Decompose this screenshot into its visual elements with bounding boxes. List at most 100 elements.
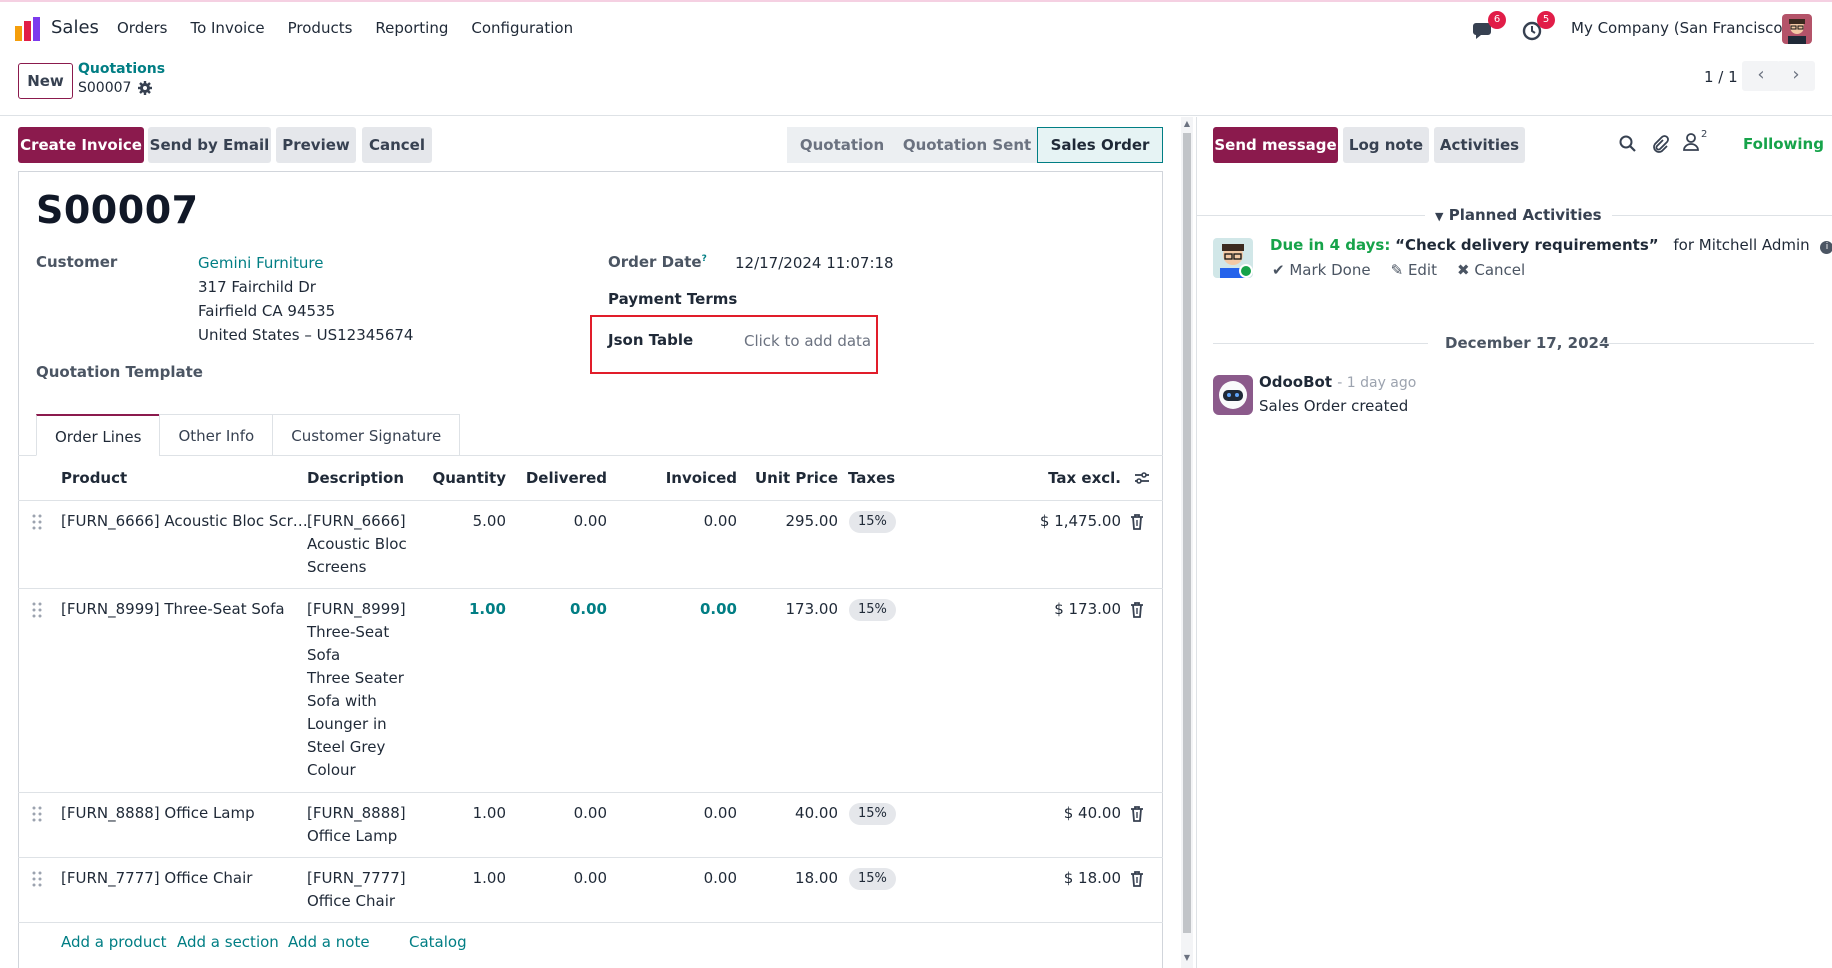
stage-quotation-sent[interactable]: Quotation Sent	[897, 127, 1037, 163]
catalog-link[interactable]: Catalog	[409, 933, 467, 951]
send-by-email-button[interactable]: Send by Email	[148, 127, 271, 163]
row-product[interactable]: [FURN_7777] Office Chair	[61, 867, 252, 890]
new-button[interactable]: New	[18, 63, 73, 99]
column-quantity[interactable]: Quantity	[420, 469, 507, 487]
stage-quotation[interactable]: Quotation	[787, 127, 897, 163]
order-date-label: Order Date?	[608, 253, 707, 271]
quotation-template-label: Quotation Template	[36, 363, 203, 381]
row-delivered: 0.00	[573, 804, 607, 822]
menu-products[interactable]: Products	[288, 19, 353, 37]
activities-button[interactable]: 5	[1519, 11, 1555, 45]
drag-handle-icon[interactable]	[32, 806, 42, 822]
send-message-button[interactable]: Send message	[1213, 127, 1338, 163]
sales-app-icon[interactable]	[14, 16, 42, 42]
user-avatar[interactable]	[1782, 14, 1812, 44]
order-date-help[interactable]: ?	[702, 254, 707, 264]
row-description-line: Colour	[307, 761, 356, 779]
row-unit-price[interactable]: 295.00	[748, 510, 839, 533]
tab-customer-signature[interactable]: Customer Signature	[272, 414, 461, 456]
pager-value[interactable]: 1 / 1	[1704, 68, 1738, 86]
add-section-link[interactable]: Add a section	[177, 933, 279, 951]
activities-button-chatter[interactable]: Activities	[1434, 127, 1525, 163]
stage-sales-order[interactable]: Sales Order	[1037, 127, 1163, 163]
row-tax-badge[interactable]: 15%	[849, 511, 896, 533]
row-quantity[interactable]: 5.00	[420, 510, 506, 533]
row-quantity[interactable]: 1.00	[420, 867, 506, 890]
paperclip-icon[interactable]	[1650, 134, 1670, 154]
row-unit-price[interactable]: 173.00	[748, 598, 839, 621]
column-invoiced[interactable]: Invoiced	[640, 469, 737, 487]
column-settings-icon[interactable]	[1134, 470, 1150, 486]
menu-configuration[interactable]: Configuration	[471, 19, 573, 37]
row-quantity[interactable]: 1.00	[420, 802, 506, 825]
edit-activity-link[interactable]: ✎ Edit	[1391, 261, 1437, 279]
info-icon[interactable]: i	[1820, 241, 1832, 254]
create-invoice-button[interactable]: Create Invoice	[18, 127, 144, 163]
status-bar: Quotation Quotation Sent Sales Order	[787, 127, 1163, 163]
search-icon[interactable]	[1618, 134, 1638, 154]
trash-icon[interactable]	[1130, 514, 1144, 530]
column-taxes[interactable]: Taxes	[848, 469, 895, 487]
row-description-line: Acoustic Bloc	[307, 535, 407, 553]
column-delivered[interactable]: Delivered	[520, 469, 607, 487]
planned-activities-toggle[interactable]: ▼ Planned Activities	[1425, 206, 1612, 224]
column-description[interactable]: Description	[307, 469, 404, 487]
menu-reporting[interactable]: Reporting	[375, 19, 448, 37]
row-product[interactable]: [FURN_8999] Three-Seat Sofa	[61, 598, 285, 621]
drag-handle-icon[interactable]	[32, 871, 42, 887]
form-sheet	[18, 171, 1163, 968]
row-divider	[18, 922, 1163, 923]
row-invoiced: 0.00	[703, 869, 737, 887]
trash-icon[interactable]	[1130, 871, 1144, 887]
scroll-thumb[interactable]	[1183, 133, 1191, 933]
row-product[interactable]: [FURN_6666] Acoustic Bloc Scr…	[61, 510, 308, 533]
scroll-up-arrow[interactable]: ▲	[1181, 119, 1193, 131]
cancel-activity-link[interactable]: ✖ Cancel	[1457, 261, 1525, 279]
column-tax-excl[interactable]: Tax excl.	[1000, 469, 1121, 487]
cancel-order-button[interactable]: Cancel	[362, 127, 432, 163]
row-quantity[interactable]: 1.00	[420, 598, 506, 621]
tab-order-lines[interactable]: Order Lines	[36, 414, 161, 456]
customer-address-line2: Fairfield CA 94535	[198, 302, 336, 320]
column-unit-price[interactable]: Unit Price	[748, 469, 838, 487]
trash-icon[interactable]	[1130, 602, 1144, 618]
preview-button[interactable]: Preview	[276, 127, 356, 163]
scroll-down-arrow[interactable]: ▼	[1181, 953, 1193, 965]
followers-button[interactable]: 2	[1682, 129, 1707, 155]
mark-done-link[interactable]: ✔ Mark Done	[1272, 261, 1371, 279]
log-note-button[interactable]: Log note	[1343, 127, 1429, 163]
row-description-line: Office Chair	[307, 892, 396, 910]
menu-orders[interactable]: Orders	[117, 19, 167, 37]
drag-handle-icon[interactable]	[32, 602, 42, 618]
order-date-value[interactable]: 12/17/2024 11:07:18	[735, 254, 894, 272]
app-name[interactable]: Sales	[51, 17, 99, 38]
customer-link[interactable]: Gemini Furniture	[198, 254, 323, 272]
row-product[interactable]: [FURN_8888] Office Lamp	[61, 802, 255, 825]
add-product-link[interactable]: Add a product	[61, 933, 166, 951]
menu-to-invoice[interactable]: To Invoice	[190, 19, 264, 37]
add-note-link[interactable]: Add a note	[288, 933, 370, 951]
company-switcher[interactable]: My Company (San Francisco)	[1571, 19, 1788, 37]
row-tax-badge[interactable]: 15%	[849, 868, 896, 890]
row-unit-price[interactable]: 18.00	[748, 867, 838, 890]
column-product[interactable]: Product	[61, 469, 127, 487]
row-tax-badge[interactable]: 15%	[849, 803, 896, 825]
row-delivered: 0.00	[573, 869, 607, 887]
form-scrollbar[interactable]: ▲ ▼	[1181, 117, 1193, 968]
pager-previous-button[interactable]: ‹	[1742, 61, 1780, 91]
row-tax-badge[interactable]: 15%	[849, 599, 896, 621]
message-author-name[interactable]: OdooBot	[1259, 373, 1332, 391]
activity-avatar	[1213, 238, 1253, 278]
trash-icon[interactable]	[1130, 806, 1144, 822]
gear-icon[interactable]	[137, 80, 153, 96]
following-button[interactable]: Following	[1743, 135, 1824, 153]
top-navbar: Sales Orders To Invoice Products Reporti…	[0, 0, 1832, 53]
tab-other-info[interactable]: Other Info	[159, 414, 274, 456]
messages-button[interactable]: 6	[1470, 11, 1506, 45]
json-table-field[interactable]: Click to add data	[744, 332, 871, 350]
date-separator: December 17, 2024	[1445, 334, 1610, 352]
drag-handle-icon[interactable]	[32, 514, 42, 530]
breadcrumb-quotations[interactable]: Quotations	[78, 61, 165, 77]
pager-next-button[interactable]: ›	[1777, 61, 1815, 91]
row-unit-price[interactable]: 40.00	[748, 802, 838, 825]
